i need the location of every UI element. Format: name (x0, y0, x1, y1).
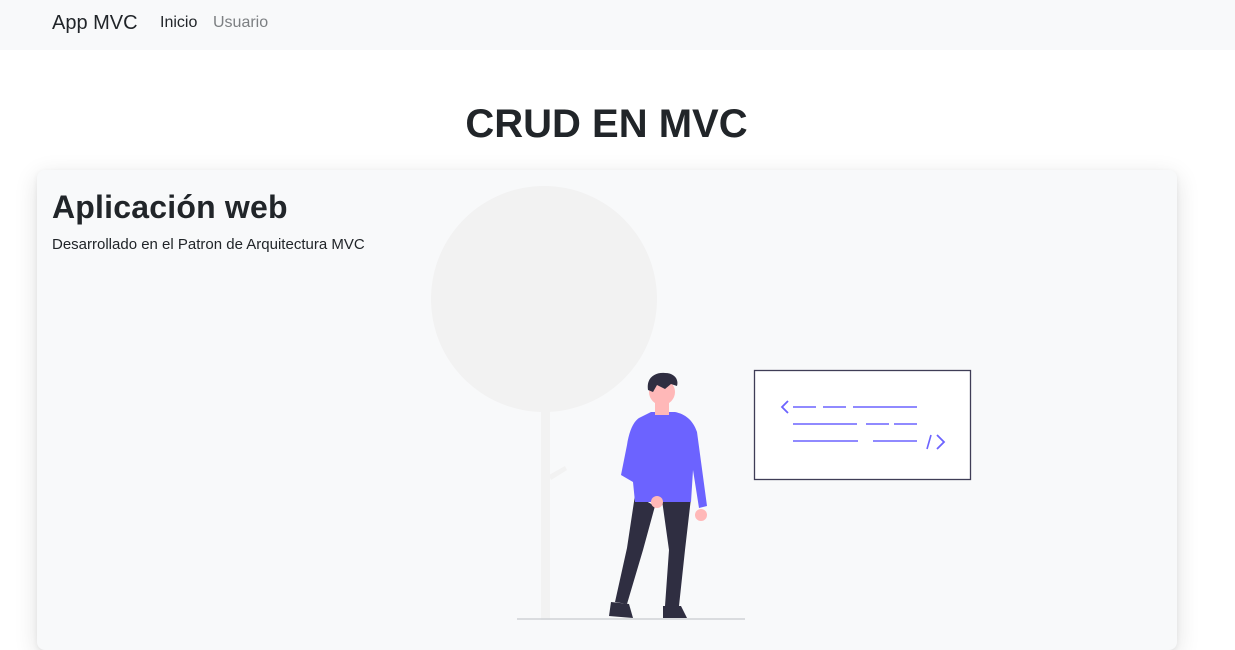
nav-link-inicio[interactable]: Inicio (160, 14, 197, 32)
navbar-brand[interactable]: App MVC (52, 12, 138, 34)
card-title: Aplicación web (52, 189, 288, 225)
card-subtitle: Desarrollado en el Patron de Arquitectur… (52, 236, 365, 253)
nav-link-usuario[interactable]: Usuario (213, 14, 268, 32)
page-title: CRUD EN MVC (465, 102, 748, 146)
navbar: App MVC Inicio Usuario (0, 0, 1235, 50)
hero-card: Aplicación web Desarrollado en el Patron… (37, 170, 1177, 650)
tree-icon (431, 186, 657, 620)
code-window-icon (753, 369, 972, 481)
person-icon (609, 372, 707, 618)
